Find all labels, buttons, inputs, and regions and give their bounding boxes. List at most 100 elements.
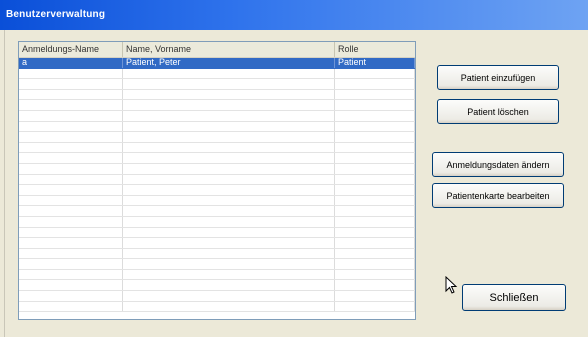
empty-table-row bbox=[19, 89, 415, 101]
empty-cell bbox=[19, 291, 123, 301]
empty-table-row bbox=[19, 185, 415, 196]
empty-cell bbox=[335, 153, 415, 163]
list-rows: a Patient, Peter Patient bbox=[19, 58, 415, 313]
empty-table-row bbox=[19, 216, 415, 228]
empty-cell bbox=[335, 269, 415, 280]
empty-cell bbox=[19, 195, 123, 206]
empty-cell bbox=[335, 79, 415, 89]
empty-cell bbox=[335, 68, 415, 79]
empty-cell bbox=[335, 227, 415, 238]
empty-cell bbox=[335, 132, 415, 142]
window-title: Benutzerverwaltung bbox=[6, 9, 106, 20]
empty-cell bbox=[123, 248, 335, 259]
empty-cell bbox=[19, 238, 123, 248]
change-login-data-label: Anmeldungsdaten ändern bbox=[446, 159, 550, 170]
cell-role: Patient bbox=[335, 58, 415, 68]
empty-table-row bbox=[19, 121, 415, 133]
empty-cell bbox=[335, 206, 415, 216]
empty-cell bbox=[123, 185, 335, 195]
empty-cell bbox=[19, 68, 123, 79]
empty-cell bbox=[19, 79, 123, 89]
empty-cell bbox=[123, 68, 335, 79]
empty-cell bbox=[123, 238, 335, 248]
add-patient-button[interactable]: Patient einzufügen bbox=[437, 65, 559, 90]
empty-cell bbox=[123, 280, 335, 291]
empty-cell bbox=[123, 153, 335, 163]
empty-cell bbox=[123, 121, 335, 132]
empty-cell bbox=[335, 259, 415, 269]
empty-cell bbox=[19, 89, 123, 100]
title-bar[interactable]: Benutzerverwaltung bbox=[0, 0, 588, 30]
empty-table-row bbox=[19, 259, 415, 270]
empty-cell bbox=[123, 163, 335, 174]
user-list[interactable]: Anmeldungs-Name Name, Vorname Rolle a Pa… bbox=[18, 41, 416, 320]
empty-cell bbox=[19, 248, 123, 259]
empty-cell bbox=[335, 142, 415, 153]
empty-cell bbox=[19, 174, 123, 185]
close-button[interactable]: Schließen bbox=[462, 284, 566, 311]
empty-cell bbox=[335, 121, 415, 132]
empty-cell bbox=[19, 142, 123, 153]
empty-cell bbox=[123, 100, 335, 110]
empty-table-row bbox=[19, 68, 415, 80]
empty-table-row bbox=[19, 291, 415, 302]
column-header-name[interactable]: Name, Vorname bbox=[123, 42, 335, 57]
edit-patient-card-button[interactable]: Patientenkarte bearbeiten bbox=[432, 183, 564, 208]
empty-cell bbox=[123, 79, 335, 89]
empty-cell bbox=[335, 248, 415, 259]
empty-cell bbox=[123, 142, 335, 153]
empty-cell bbox=[335, 216, 415, 227]
empty-cell bbox=[123, 301, 335, 312]
empty-table-row bbox=[19, 301, 415, 313]
empty-cell bbox=[335, 280, 415, 291]
empty-cell bbox=[19, 206, 123, 216]
empty-cell bbox=[19, 269, 123, 280]
empty-cell bbox=[19, 259, 123, 269]
empty-cell bbox=[19, 216, 123, 227]
cell-name: Patient, Peter bbox=[123, 58, 335, 68]
column-header-role[interactable]: Rolle bbox=[335, 42, 415, 57]
empty-cell bbox=[19, 280, 123, 291]
empty-cell bbox=[19, 132, 123, 142]
empty-cell bbox=[335, 174, 415, 185]
empty-rows bbox=[19, 68, 415, 313]
empty-table-row bbox=[19, 132, 415, 143]
empty-cell bbox=[335, 163, 415, 174]
delete-patient-label: Patient löschen bbox=[467, 106, 529, 117]
add-patient-label: Patient einzufügen bbox=[460, 72, 536, 83]
empty-cell bbox=[335, 89, 415, 100]
empty-table-row bbox=[19, 100, 415, 111]
empty-cell bbox=[335, 100, 415, 110]
empty-table-row bbox=[19, 142, 415, 154]
column-header-login[interactable]: Anmeldungs-Name bbox=[19, 42, 123, 57]
empty-cell bbox=[19, 100, 123, 110]
mouse-pointer-icon bbox=[445, 276, 458, 294]
empty-cell bbox=[123, 216, 335, 227]
close-label: Schließen bbox=[489, 291, 539, 304]
delete-patient-button[interactable]: Patient löschen bbox=[437, 99, 559, 124]
empty-cell bbox=[335, 195, 415, 206]
empty-table-row bbox=[19, 79, 415, 90]
empty-cell bbox=[335, 185, 415, 195]
empty-cell bbox=[123, 206, 335, 216]
empty-cell bbox=[19, 121, 123, 132]
empty-table-row bbox=[19, 206, 415, 217]
table-row[interactable]: a Patient, Peter Patient bbox=[19, 58, 415, 69]
empty-cell bbox=[19, 110, 123, 121]
empty-table-row bbox=[19, 153, 415, 164]
empty-table-row bbox=[19, 227, 415, 239]
empty-table-row bbox=[19, 174, 415, 186]
empty-cell bbox=[123, 259, 335, 269]
empty-cell bbox=[123, 110, 335, 121]
change-login-data-button[interactable]: Anmeldungsdaten ändern bbox=[432, 152, 564, 177]
empty-cell bbox=[123, 195, 335, 206]
empty-cell bbox=[19, 227, 123, 238]
empty-cell bbox=[335, 110, 415, 121]
empty-cell bbox=[19, 163, 123, 174]
empty-cell bbox=[123, 269, 335, 280]
empty-cell bbox=[123, 174, 335, 185]
empty-table-row bbox=[19, 195, 415, 207]
empty-cell bbox=[335, 301, 415, 312]
empty-cell bbox=[19, 301, 123, 312]
empty-cell bbox=[123, 132, 335, 142]
